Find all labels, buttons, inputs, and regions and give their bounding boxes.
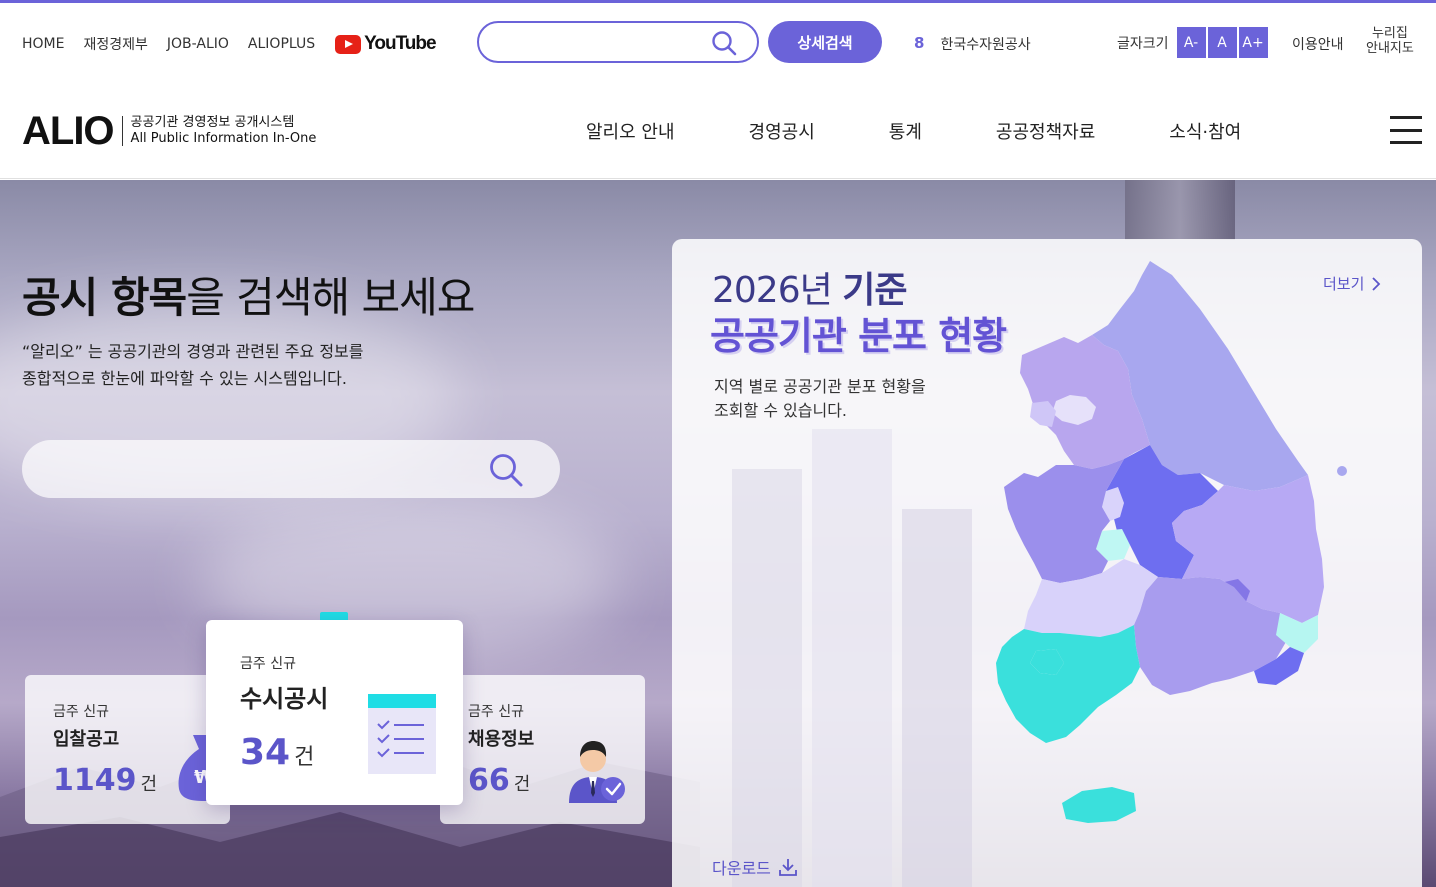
chevron-right-icon [1372,276,1381,291]
disclosure-card[interactable]: 금주 신규 수시공시 34 건 [206,620,463,805]
alioplus-link[interactable]: ALIOPLUS [248,36,315,52]
card-title: 입찰공고 [53,729,120,750]
advanced-search-button[interactable]: 상세검색 [768,21,882,63]
download-icon [778,859,797,876]
card-title: 수시공시 [240,685,329,713]
hero-title-bold: 공시 항목 [22,273,187,322]
font-reset-button[interactable]: A [1207,27,1237,58]
map-description: 지역 별로 공공기관 분포 현황을 조회할 수 있습니다. [714,375,974,423]
sitemap-link[interactable]: 누리집 안내지도 [1366,26,1414,56]
hero-title: 공시 항목을 검색해 보세요 [22,264,475,325]
card-kicker: 금주 신규 [240,656,296,672]
person-icon [569,741,625,803]
hero-title-rest: 을 검색해 보세요 [186,273,475,322]
korea-region-map [996,261,1347,823]
ministry-link[interactable]: 재정경제부 [83,34,147,54]
city-building-decor [732,429,972,887]
map-download-link[interactable]: 다운로드 [712,855,797,879]
card-count: 34 [240,732,291,773]
menu-icon[interactable] [1390,116,1422,144]
search-icon[interactable] [488,452,524,488]
logo-subtitle-ko: 공공기관 경영정보 공개시스템 [130,115,295,130]
rank-keyword: 한국수자원공사 [940,37,1031,53]
sitemap-label-line2: 안내지도 [1366,41,1414,56]
logo-divider [121,116,123,146]
menu-about[interactable]: 알리오 안내 [586,118,675,144]
menu-disclosure[interactable]: 경영공시 [749,118,815,144]
menu-policy[interactable]: 공공정책자료 [996,118,1095,144]
hero-section: 공시 항목을 검색해 보세요 “알리오” 는 공공기관의 경영과 관련된 주요 … [0,180,1436,887]
hero-search-input[interactable] [48,440,488,498]
main-navigation: ALIO 공공기관 경영정보 공개시스템 All Public Informat… [0,80,1436,179]
card-unit: 건 [140,774,158,795]
map-region-ulleungdo[interactable] [1337,466,1347,476]
menu-statistics[interactable]: 통계 [889,118,922,144]
card-count: 66 [468,763,510,798]
utility-links: HOME 재정경제부 JOB-ALIO ALIOPLUS YouTube [22,33,437,55]
rank-number: 8 [914,34,925,52]
font-decrease-button[interactable]: A- [1176,27,1206,58]
youtube-link[interactable]: YouTube [335,33,437,55]
card-count: 1149 [53,763,137,798]
map-desc-line1: 지역 별로 공공기관 분포 현황을 [714,377,926,396]
job-alio-link[interactable]: JOB-ALIO [167,36,229,52]
download-label: 다운로드 [712,859,771,878]
building-decor [1125,180,1235,240]
card-kicker: 금주 신규 [468,704,524,720]
map-region-chungnam[interactable] [1004,459,1124,583]
hero-desc-line1: “알리오” 는 공공기관의 경영과 관련된 주요 정보를 [22,342,364,361]
font-size-control: 글자크기 A- A A+ [1117,27,1268,58]
bid-notice-card[interactable]: 금주 신규 입찰공고 1149 건 ₩ [25,675,230,824]
top-search-input[interactable] [497,23,717,61]
map-region-jeonnam[interactable] [996,625,1140,743]
youtube-icon [335,34,362,54]
main-menu: 알리오 안내 경영공시 통계 공공정책자료 소식·참여 [586,118,1241,144]
top-search-box [477,21,759,63]
sitemap-label-line1: 누리집 [1371,26,1408,41]
logo-wordmark: ALIO [22,109,115,153]
card-kicker: 금주 신규 [53,704,109,720]
hero-desc-line2: 종합적으로 한눈에 파악할 수 있는 시스템입니다. [22,369,347,388]
menu-news[interactable]: 소식·참여 [1169,118,1241,144]
card-unit: 건 [294,745,315,770]
site-logo[interactable]: ALIO 공공기관 경영정보 공개시스템 All Public Informat… [22,109,317,153]
recruit-card[interactable]: 금주 신규 채용정보 66 건 [440,675,645,824]
card-unit: 건 [513,774,531,795]
popular-search-ticker[interactable]: 8 한국수자원공사 [914,34,1031,54]
logo-subtitle-en: All Public Information In-One [130,131,317,146]
card-title: 채용정보 [468,729,535,750]
font-increase-button[interactable]: A+ [1238,27,1268,58]
distribution-map-panel: 2026년 기준 공공기관 분포 현황 지역 별로 공공기관 분포 현황을 조회… [672,239,1422,887]
home-link[interactable]: HOME [22,36,64,52]
utility-bar: HOME 재정경제부 JOB-ALIO ALIOPLUS YouTube 상세검… [0,3,1436,80]
hero-search-box [22,440,560,498]
guide-link[interactable]: 이용안내 [1292,34,1344,54]
map-title: 공공기관 분포 현황 [710,314,1007,358]
hero-description: “알리오” 는 공공기관의 경영과 관련된 주요 정보를 종합적으로 한눈에 파… [22,338,442,392]
map-region-jeju[interactable] [1062,787,1136,823]
checklist-icon [368,694,436,774]
logo-subtitle: 공공기관 경영정보 공개시스템 All Public Information I… [131,115,317,147]
map-desc-line2: 조회할 수 있습니다. [714,401,848,420]
search-icon[interactable] [711,30,737,56]
youtube-label: YouTube [364,33,436,54]
font-size-label: 글자크기 [1117,35,1169,52]
